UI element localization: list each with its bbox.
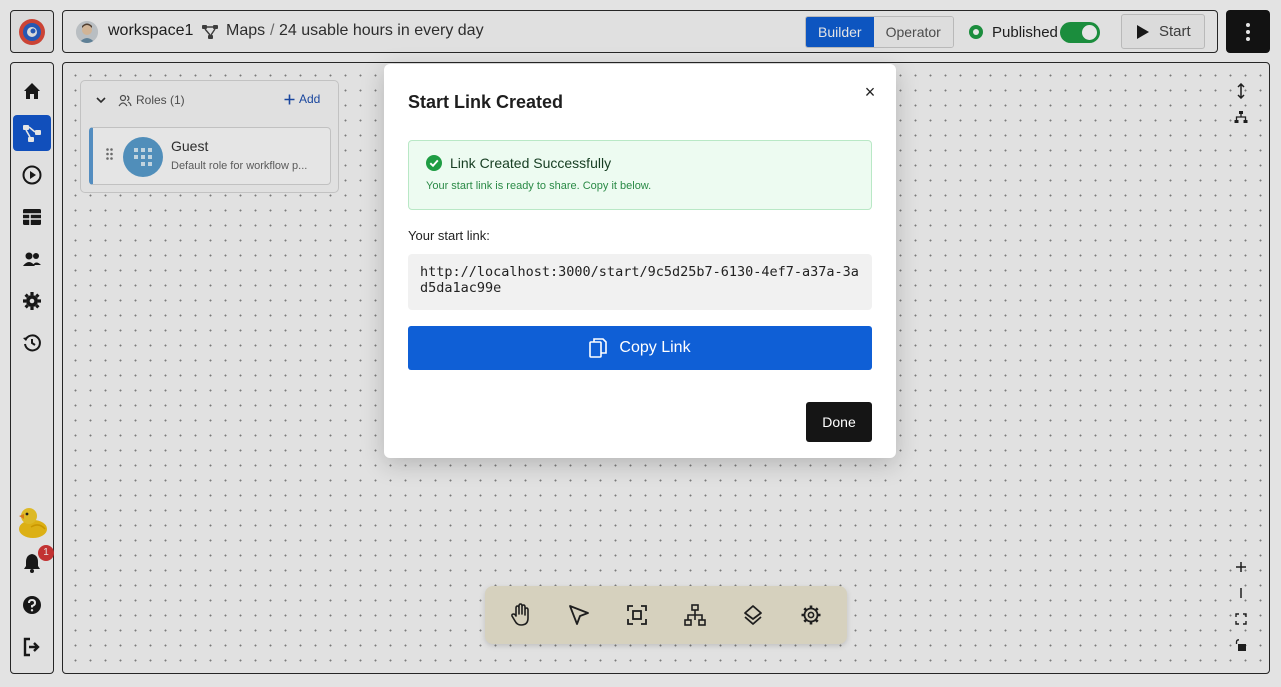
done-button[interactable]: Done	[806, 402, 872, 442]
app-shell: workspace1 Maps / 24 usable hours in eve…	[0, 0, 1281, 687]
success-title: Link Created Successfully	[450, 155, 612, 171]
copy-link-button[interactable]: Copy Link	[408, 326, 872, 370]
start-link-label: Your start link:	[408, 228, 490, 243]
check-circle-icon	[426, 155, 442, 171]
start-link-value[interactable]: http://localhost:3000/start/9c5d25b7-613…	[408, 254, 872, 310]
dialog-title: Start Link Created	[408, 92, 564, 112]
start-link-dialog: Start Link Created × Link Created Succes…	[384, 64, 896, 458]
copy-icon	[589, 338, 608, 358]
close-icon[interactable]: ×	[858, 80, 882, 104]
success-message: Your start link is ready to share. Copy …	[426, 180, 652, 192]
success-alert: Link Created Successfully Your start lin…	[408, 140, 872, 210]
copy-link-label: Copy Link	[619, 339, 691, 356]
